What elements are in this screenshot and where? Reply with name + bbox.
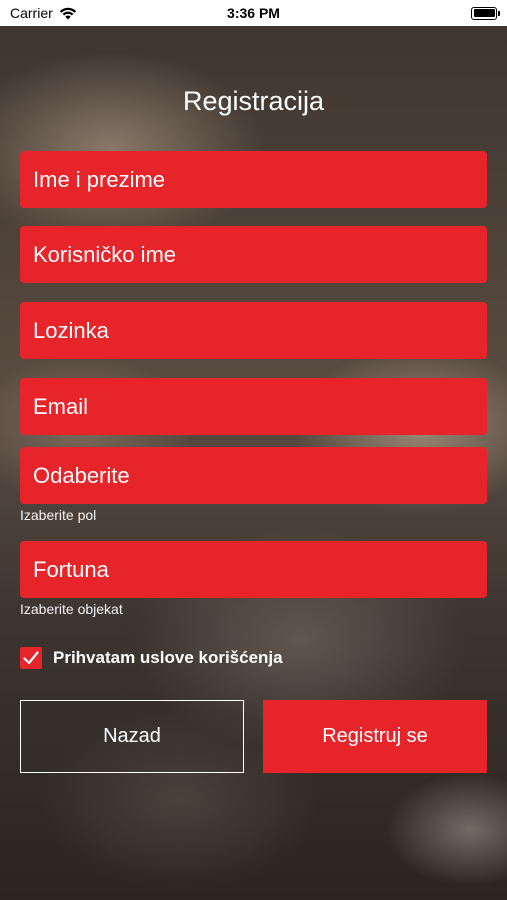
gender-hint: Izaberite pol [20, 507, 97, 523]
battery-level [473, 9, 495, 17]
status-bar: Carrier 3:36 PM [0, 0, 507, 26]
terms-row[interactable]: Prihvatam uslove korišćenja [20, 647, 283, 669]
full-name-field[interactable]: Ime i prezime [20, 151, 487, 208]
battery-icon [471, 6, 500, 20]
venue-hint: Izaberite objekat [20, 601, 123, 617]
checkmark-icon [23, 651, 39, 665]
gender-select[interactable]: Odaberite [20, 447, 487, 504]
password-field[interactable]: Lozinka [20, 302, 487, 359]
email-field[interactable]: Email [20, 378, 487, 435]
wifi-icon [59, 7, 76, 19]
page-title: Registracija [182, 86, 325, 116]
terms-checkbox[interactable] [20, 647, 42, 669]
username-field[interactable]: Korisničko ime [20, 226, 487, 283]
terms-label: Prihvatam uslove korišćenja [53, 648, 283, 667]
register-button[interactable]: Registruj se [263, 700, 487, 773]
back-button[interactable]: Nazad [20, 700, 244, 773]
carrier-label: Carrier [10, 5, 53, 21]
venue-select[interactable]: Fortuna [20, 541, 487, 598]
